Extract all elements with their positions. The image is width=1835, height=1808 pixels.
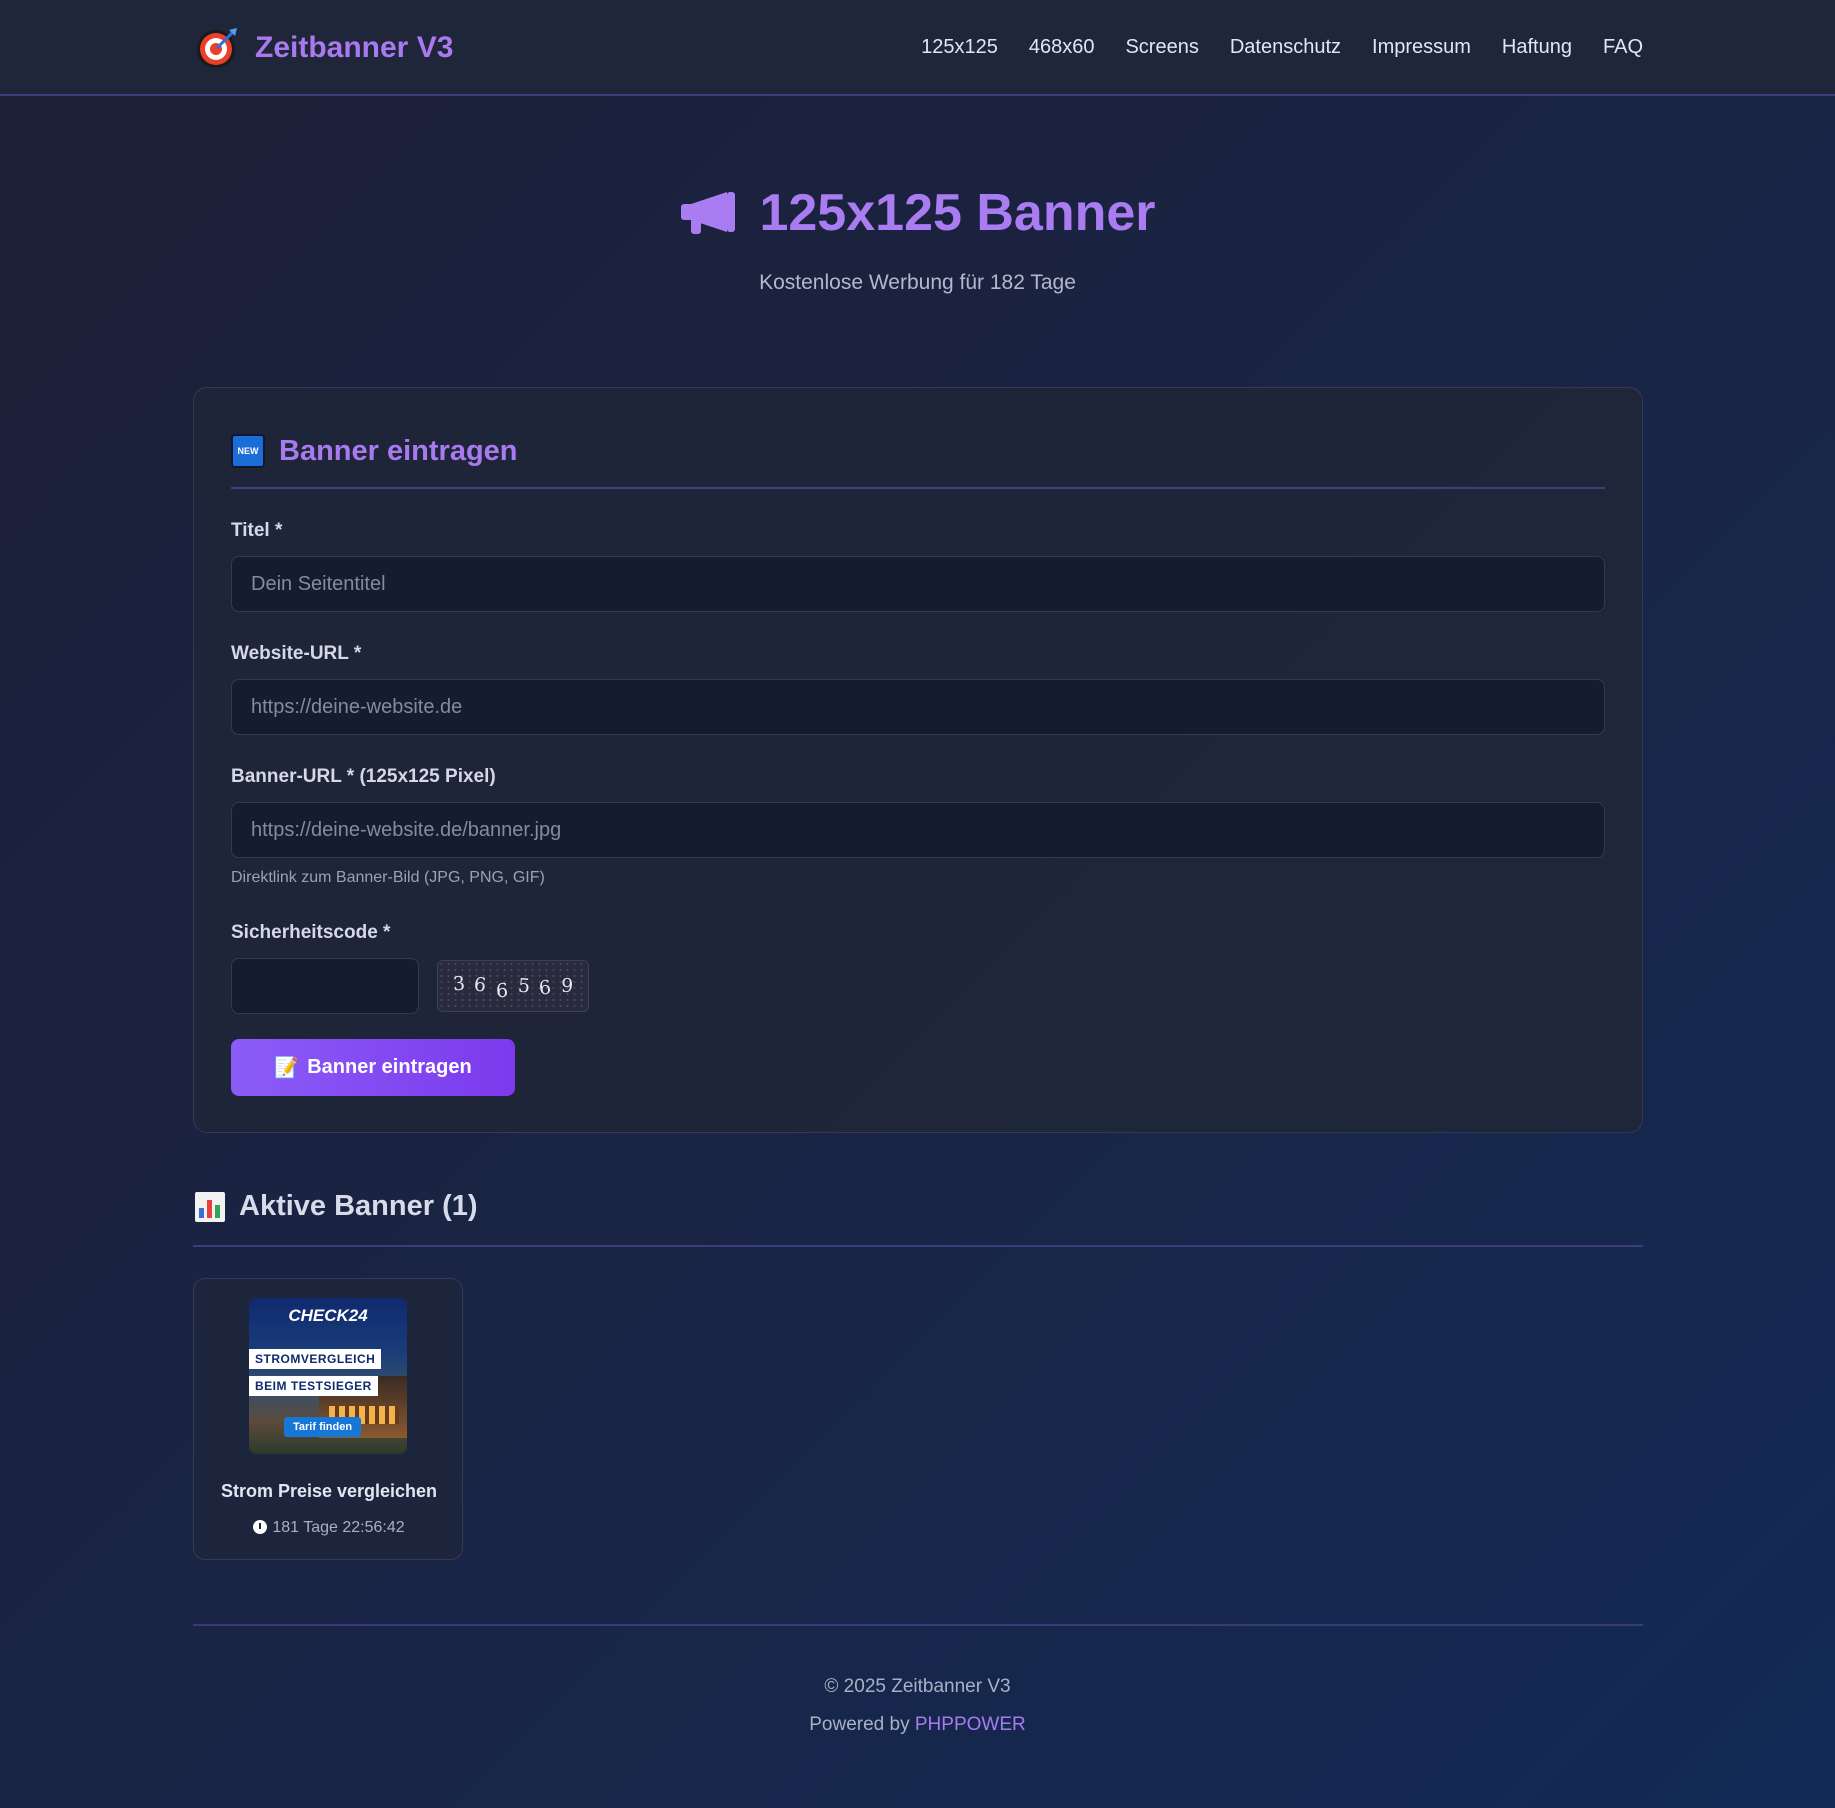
banner-card[interactable]: CHECK24 STROMVERGLEICH BEIM TESTSIEGER T… <box>193 1278 463 1560</box>
submit-banner-label: Banner eintragen <box>307 1056 472 1078</box>
main-nav: 125x125 468x60 Screens Datenschutz Impre… <box>921 36 1643 59</box>
brand-title: Zeitbanner V3 <box>255 31 454 64</box>
form-heading-divider <box>231 487 1605 489</box>
nav-link-haftung[interactable]: Haftung <box>1502 36 1572 59</box>
title-label: Titel * <box>231 520 283 541</box>
page-subtitle: Kostenlose Werbung für 182 Tage <box>759 271 1076 294</box>
powered-by-prefix: Powered by <box>809 1714 910 1735</box>
website-url-input[interactable] <box>231 679 1605 735</box>
new-badge-icon: NEW <box>231 434 265 468</box>
captcha-image: 3 6 6 5 6 9 <box>437 960 589 1012</box>
active-banners-heading-row: Aktive Banner (1) <box>195 1190 478 1223</box>
banner-form-card: NEW Banner eintragen Titel * Website-URL… <box>193 387 1643 1133</box>
bar-chart-icon <box>195 1191 225 1222</box>
form-heading-row: NEW Banner eintragen <box>231 434 518 468</box>
stopwatch-icon <box>253 1520 268 1534</box>
nav-link-faq[interactable]: FAQ <box>1603 36 1643 59</box>
nav-link-screens[interactable]: Screens <box>1125 36 1198 59</box>
page-title-row: 125x125 Banner <box>0 183 1835 243</box>
banner-countdown: 181 Tage 22:56:42 <box>194 1519 464 1537</box>
phppower-link[interactable]: PHPPOWER <box>915 1714 1026 1735</box>
banner-image[interactable]: CHECK24 STROMVERGLEICH BEIM TESTSIEGER T… <box>249 1298 407 1454</box>
nav-link-468x60[interactable]: 468x60 <box>1029 36 1095 59</box>
target-dart-icon <box>195 26 239 70</box>
footer-copyright: © 2025 Zeitbanner V3 <box>824 1676 1011 1697</box>
top-navigation-bar: Zeitbanner V3 125x125 468x60 Screens Dat… <box>0 0 1835 96</box>
page-title: 125x125 Banner <box>759 184 1156 242</box>
brand[interactable]: Zeitbanner V3 <box>195 26 453 70</box>
captcha-digit: 6 <box>473 973 488 997</box>
captcha-label: Sicherheitscode * <box>231 922 391 943</box>
captcha-digit: 9 <box>560 974 574 998</box>
banner-logo-text: CHECK24 <box>288 1306 368 1325</box>
captcha-digit: 5 <box>516 974 531 998</box>
banner-countdown-value: 181 Tage 22:56:42 <box>272 1519 405 1536</box>
nav-link-125x125[interactable]: 125x125 <box>921 36 998 59</box>
website-url-label: Website-URL * <box>231 643 362 664</box>
nav-link-datenschutz[interactable]: Datenschutz <box>1230 36 1341 59</box>
megaphone-icon <box>679 190 737 236</box>
captcha-digit: 6 <box>538 976 553 1000</box>
form-heading: Banner eintragen <box>279 434 518 467</box>
footer-divider <box>193 1624 1643 1626</box>
title-input[interactable] <box>231 556 1605 612</box>
banner-url-label: Banner-URL * (125x125 Pixel) <box>231 766 496 787</box>
banner-url-hint: Direktlink zum Banner-Bild (JPG, PNG, GI… <box>231 869 545 886</box>
banner-cta: Tarif finden <box>284 1417 362 1437</box>
nav-link-impressum[interactable]: Impressum <box>1372 36 1471 59</box>
banner-tagline-1: STROMVERGLEICH <box>249 1349 382 1369</box>
footer-powered-by: Powered by PHPPOWER <box>0 1714 1835 1736</box>
captcha-digit: 6 <box>495 979 509 1003</box>
banner-tagline-2: BEIM TESTSIEGER <box>249 1376 378 1396</box>
banner-url-input[interactable] <box>231 802 1605 858</box>
captcha-digit: 3 <box>452 972 466 996</box>
captcha-input[interactable] <box>231 958 419 1014</box>
active-banners-divider <box>193 1245 1643 1247</box>
active-banners-heading: Aktive Banner (1) <box>239 1190 478 1222</box>
memo-pencil-icon: 📝 <box>274 1057 300 1079</box>
banner-title: Strom Preise vergleichen <box>220 1481 438 1501</box>
submit-banner-button[interactable]: 📝 Banner eintragen <box>231 1039 515 1096</box>
